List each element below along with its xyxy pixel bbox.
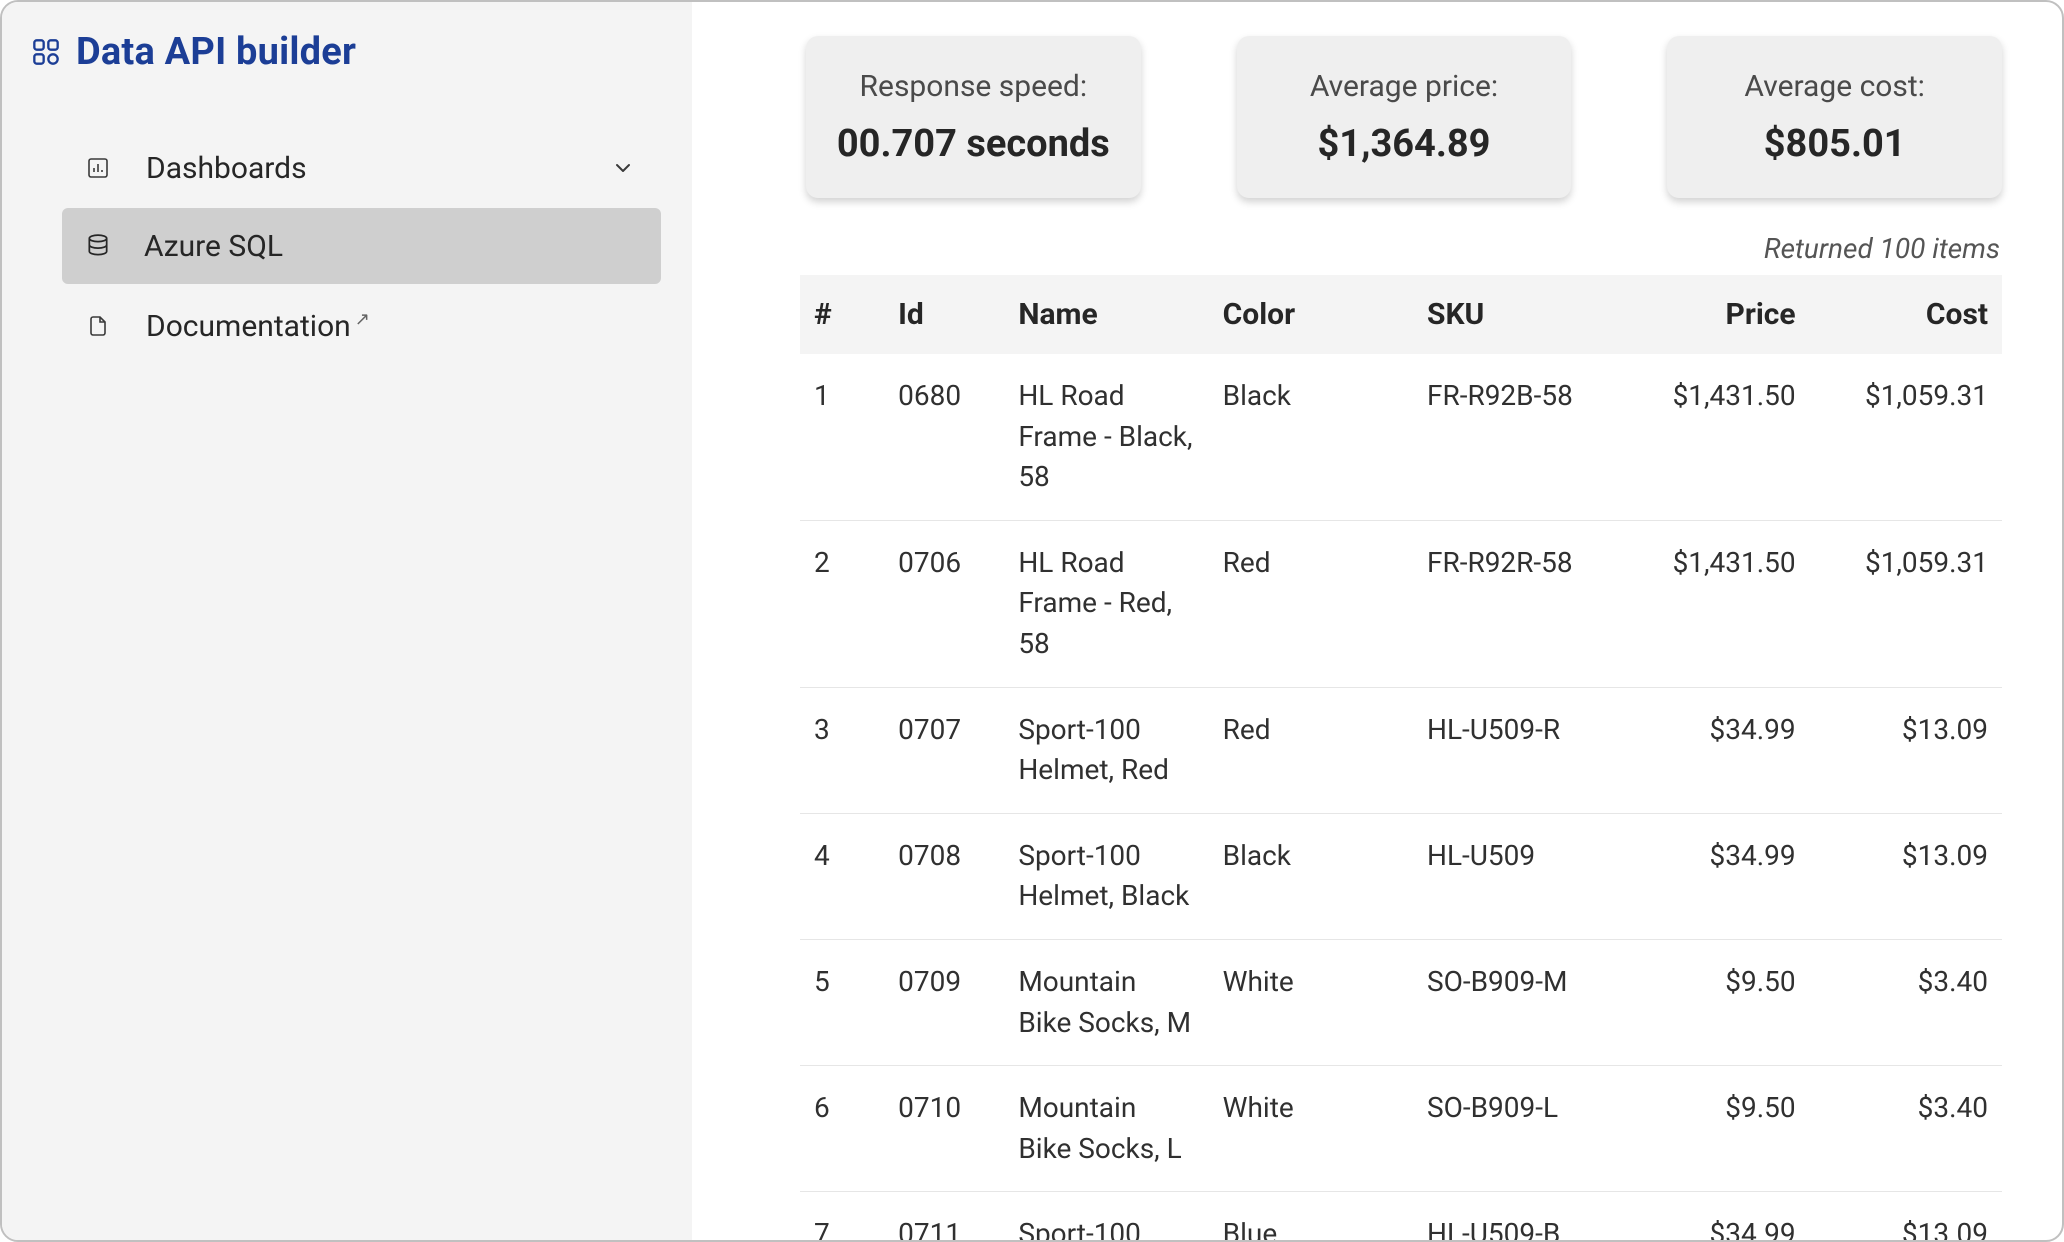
cell-cost: $1,059.31 — [1810, 354, 2002, 520]
returned-count: Returned 100 items — [800, 232, 2002, 265]
layout: Data API builder Dashboards — [2, 2, 2062, 1240]
cell-id: 0680 — [884, 354, 1004, 520]
cell-color: White — [1209, 939, 1413, 1065]
table-row[interactable]: 30707Sport-100 Helmet, RedRedHL-U509-R$3… — [800, 687, 2002, 813]
cell-color: Black — [1209, 354, 1413, 520]
table-header: # Id Name Color SKU Price Cost — [800, 275, 2002, 354]
cell-name: Sport-100 Helmet, Black — [1004, 813, 1208, 939]
sidebar: Data API builder Dashboards — [2, 2, 692, 1240]
cell-num: 6 — [800, 1066, 884, 1192]
cell-price: $9.50 — [1617, 939, 1809, 1065]
cell-num: 3 — [800, 687, 884, 813]
cell-price: $34.99 — [1617, 813, 1809, 939]
cell-name: Sport-100 Helmet, Blue — [1004, 1192, 1208, 1240]
table-row[interactable]: 40708Sport-100 Helmet, BlackBlackHL-U509… — [800, 813, 2002, 939]
cell-name: Sport-100 Helmet, Red — [1004, 687, 1208, 813]
app-title: Data API builder — [76, 30, 356, 74]
table-row[interactable]: 50709Mountain Bike Socks, MWhiteSO-B909-… — [800, 939, 2002, 1065]
cell-sku: SO-B909-L — [1413, 1066, 1617, 1192]
cell-price: $1,431.50 — [1617, 520, 1809, 687]
stats-row: Response speed: 00.707 seconds Average p… — [800, 36, 2002, 198]
stat-label: Average cost: — [1744, 69, 1925, 104]
cell-num: 7 — [800, 1192, 884, 1240]
stat-average-price: Average price: $1,364.89 — [1237, 36, 1572, 198]
external-link-icon: ↗ — [355, 309, 370, 330]
sidebar-group-dashboards[interactable]: Dashboards — [62, 132, 661, 204]
cell-id: 0706 — [884, 520, 1004, 687]
column-header-cost[interactable]: Cost — [1810, 275, 2002, 354]
cell-color: Blue — [1209, 1192, 1413, 1240]
cell-num: 5 — [800, 939, 884, 1065]
cell-price: $34.99 — [1617, 1192, 1809, 1240]
cell-num: 1 — [800, 354, 884, 520]
table-row[interactable]: 70711Sport-100 Helmet, BlueBlueHL-U509-B… — [800, 1192, 2002, 1240]
table-row[interactable]: 10680HL Road Frame - Black, 58BlackFR-R9… — [800, 354, 2002, 520]
cell-num: 2 — [800, 520, 884, 687]
cell-sku: HL-U509-B — [1413, 1192, 1617, 1240]
column-header-num[interactable]: # — [800, 275, 884, 354]
cell-sku: FR-R92B-58 — [1413, 354, 1617, 520]
stat-label: Response speed: — [860, 69, 1088, 104]
cell-id: 0709 — [884, 939, 1004, 1065]
cell-sku: HL-U509-R — [1413, 687, 1617, 813]
cell-color: Red — [1209, 520, 1413, 687]
sidebar-item-label: Azure SQL — [144, 229, 283, 264]
stat-value: $1,364.89 — [1318, 122, 1491, 166]
chevron-down-icon — [611, 156, 635, 180]
sidebar-item-azure-sql[interactable]: Azure SQL — [62, 208, 661, 284]
column-header-id[interactable]: Id — [884, 275, 1004, 354]
cell-sku: SO-B909-M — [1413, 939, 1617, 1065]
products-table: # Id Name Color SKU Price Cost 10680HL R… — [800, 275, 2002, 1240]
sidebar-group-label: Dashboards — [146, 151, 307, 186]
dashboard-icon — [84, 156, 112, 180]
cell-name: HL Road Frame - Black, 58 — [1004, 354, 1208, 520]
cell-price: $34.99 — [1617, 687, 1809, 813]
cell-id: 0710 — [884, 1066, 1004, 1192]
stat-value: 00.707 seconds — [837, 122, 1110, 166]
column-header-name[interactable]: Name — [1004, 275, 1208, 354]
cell-sku: FR-R92R-58 — [1413, 520, 1617, 687]
cell-id: 0708 — [884, 813, 1004, 939]
documentation-text: Documentation — [146, 309, 351, 344]
app-window: Data API builder Dashboards — [0, 0, 2064, 1242]
cell-name: Mountain Bike Socks, M — [1004, 939, 1208, 1065]
table-row[interactable]: 20706HL Road Frame - Red, 58RedFR-R92R-5… — [800, 520, 2002, 687]
cell-color: White — [1209, 1066, 1413, 1192]
cell-price: $9.50 — [1617, 1066, 1809, 1192]
table-row[interactable]: 60710Mountain Bike Socks, LWhiteSO-B909-… — [800, 1066, 2002, 1192]
column-header-sku[interactable]: SKU — [1413, 275, 1617, 354]
main-content[interactable]: Response speed: 00.707 seconds Average p… — [692, 2, 2062, 1240]
sidebar-item-documentation[interactable]: Documentation↗ — [62, 290, 661, 362]
cell-cost: $3.40 — [1810, 1066, 2002, 1192]
column-header-color[interactable]: Color — [1209, 275, 1413, 354]
stat-label: Average price: — [1310, 69, 1498, 104]
cell-cost: $13.09 — [1810, 813, 2002, 939]
cell-color: Black — [1209, 813, 1413, 939]
cell-sku: HL-U509 — [1413, 813, 1617, 939]
cell-id: 0707 — [884, 687, 1004, 813]
table-body: 10680HL Road Frame - Black, 58BlackFR-R9… — [800, 354, 2002, 1240]
cell-name: HL Road Frame - Red, 58 — [1004, 520, 1208, 687]
cell-color: Red — [1209, 687, 1413, 813]
app-logo-icon — [32, 38, 60, 66]
cell-cost: $13.09 — [1810, 1192, 2002, 1240]
sidebar-header: Data API builder — [2, 30, 691, 132]
sidebar-nav: Dashboards — [2, 132, 691, 362]
cell-cost: $13.09 — [1810, 687, 2002, 813]
database-icon — [84, 233, 112, 259]
cell-id: 0711 — [884, 1192, 1004, 1240]
stat-response-speed: Response speed: 00.707 seconds — [806, 36, 1141, 198]
cell-name: Mountain Bike Socks, L — [1004, 1066, 1208, 1192]
stat-value: $805.01 — [1764, 122, 1906, 166]
cell-price: $1,431.50 — [1617, 354, 1809, 520]
column-header-price[interactable]: Price — [1617, 275, 1809, 354]
cell-cost: $1,059.31 — [1810, 520, 2002, 687]
file-icon — [84, 314, 112, 338]
cell-cost: $3.40 — [1810, 939, 2002, 1065]
stat-average-cost: Average cost: $805.01 — [1667, 36, 2002, 198]
sidebar-item-label: Documentation↗ — [146, 309, 370, 344]
cell-num: 4 — [800, 813, 884, 939]
